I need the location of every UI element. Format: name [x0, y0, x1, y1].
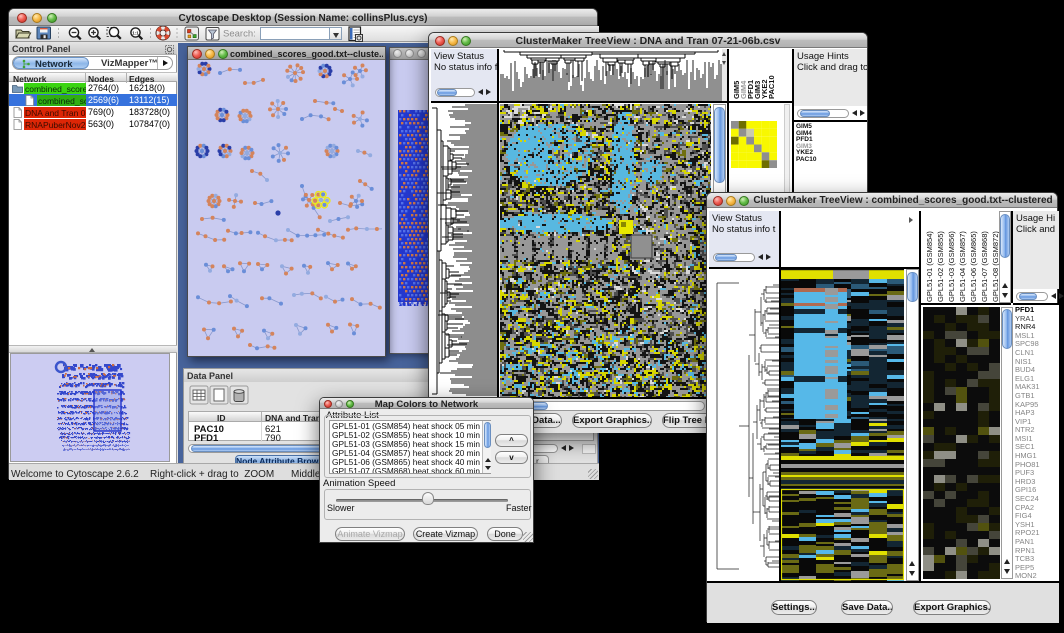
svg-text:Search:: Search:: [223, 29, 256, 40]
svg-text:1:1: 1:1: [132, 30, 139, 35]
